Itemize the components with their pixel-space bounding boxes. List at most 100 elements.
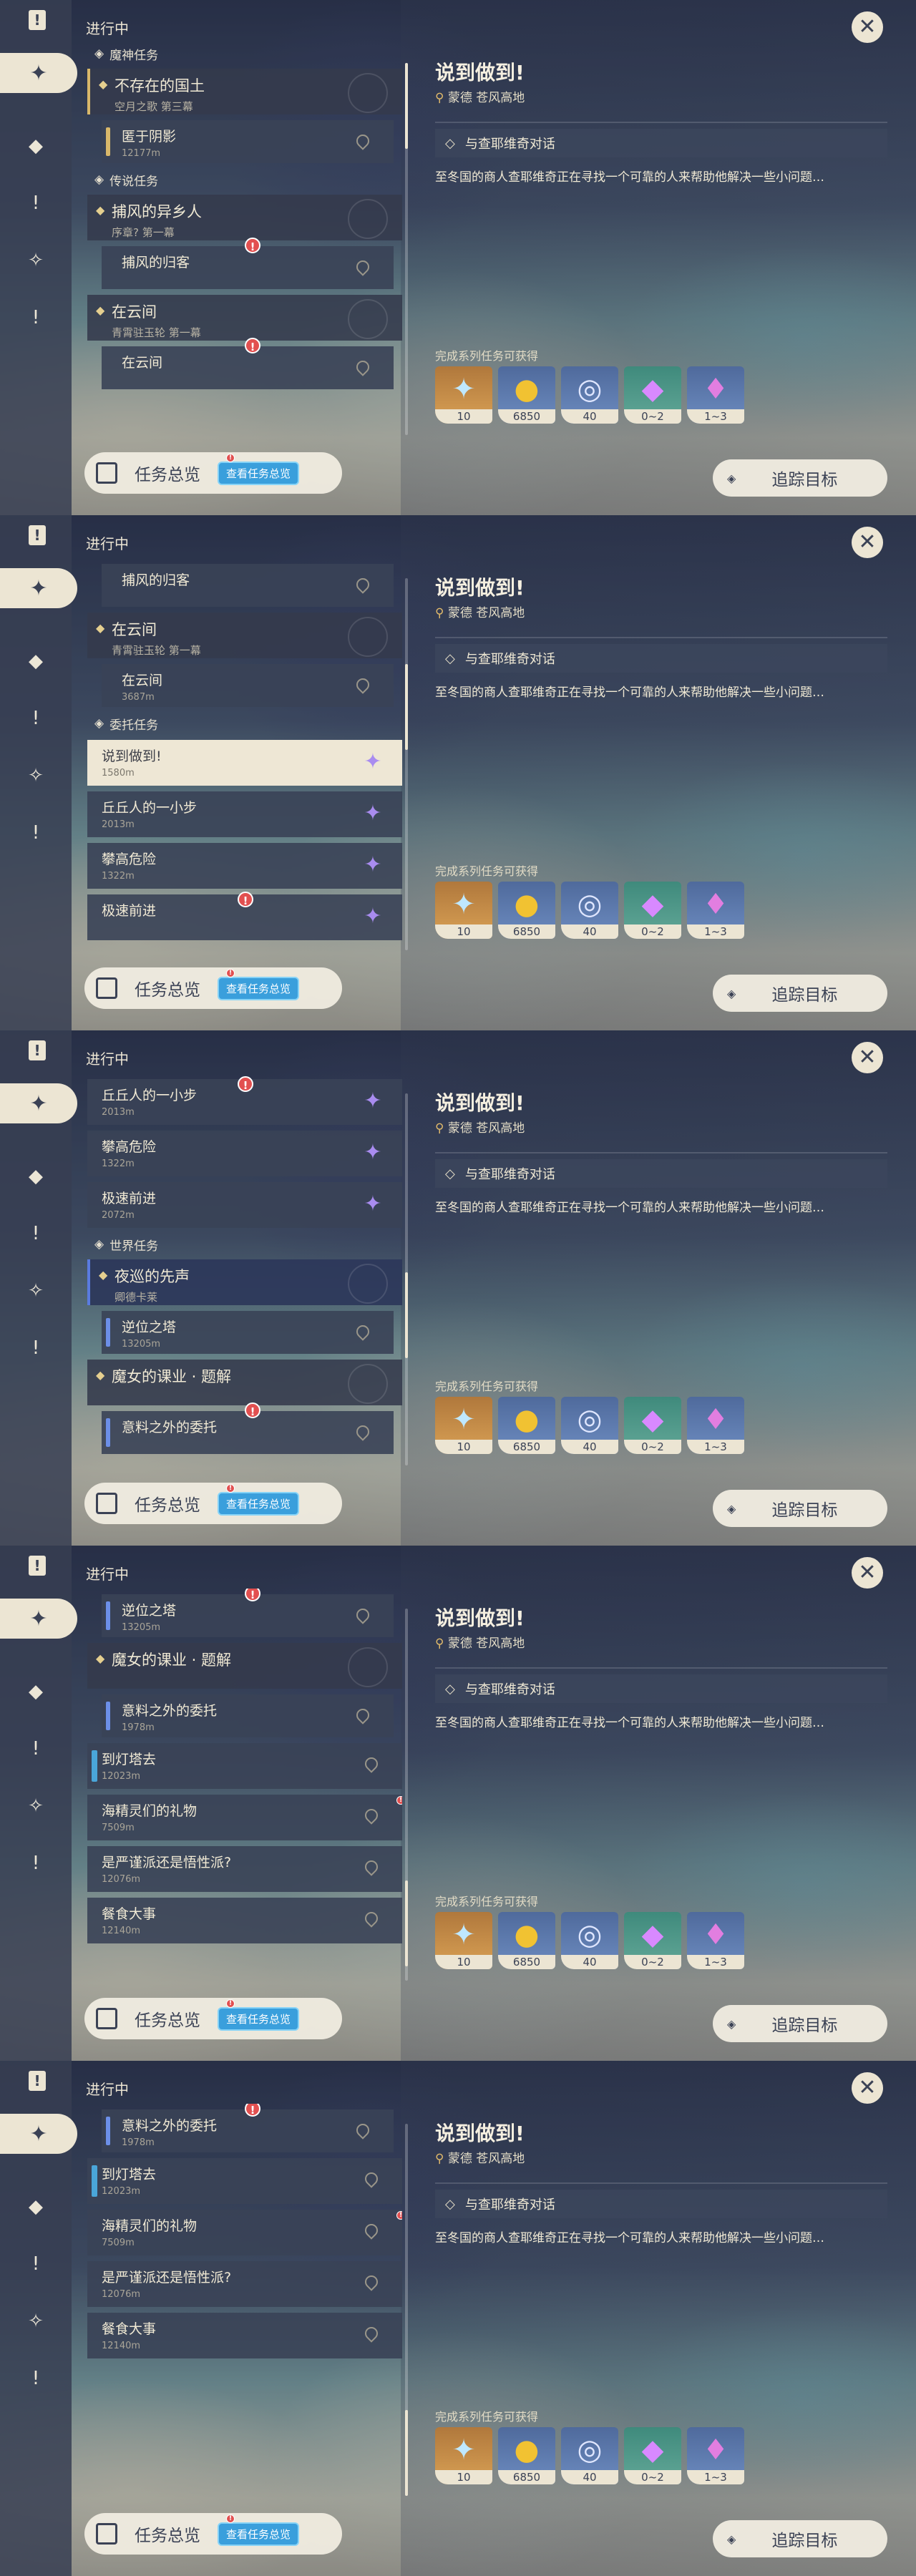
commission-item[interactable]: 餐食大事 12140m xyxy=(87,1898,402,1943)
rail-tab-2-icon[interactable]: ◆ xyxy=(24,135,47,157)
commission-item[interactable]: 是严谨派还是悟性派? 12076m xyxy=(87,1846,402,1892)
quest-step[interactable]: 匿于阴影 12177m xyxy=(102,120,394,163)
reward-item[interactable]: ● 6850 xyxy=(498,1397,555,1454)
reward-item[interactable]: ◎ 40 xyxy=(561,1912,618,1969)
rail-tab-5-icon[interactable]: ! xyxy=(24,1337,47,1360)
close-icon[interactable]: ✕ xyxy=(852,1557,883,1589)
list-scrollbar[interactable] xyxy=(405,1609,408,1981)
list-scrollbar[interactable] xyxy=(405,1093,408,1465)
commission-item[interactable]: 餐食大事 12140m xyxy=(87,2313,402,2358)
reward-item[interactable]: ● 6850 xyxy=(498,366,555,424)
commission-item[interactable]: 海精灵们的礼物 7509m! xyxy=(87,2210,402,2255)
reward-item[interactable]: ✦ 10 xyxy=(435,882,492,939)
commission-item[interactable]: 说到做到! 1580m ✦ xyxy=(87,740,402,786)
quest-group[interactable]: ◆ 捕风的异乡人 序章? 第一幕 xyxy=(87,195,402,240)
quest-step[interactable]: 意料之外的委托 1978m xyxy=(102,1694,394,1737)
quest-step[interactable]: 逆位之塔 13205m! xyxy=(102,1589,394,1637)
quest-step[interactable]: 捕风的归客 xyxy=(102,564,394,607)
reward-item[interactable]: ♦ 1~3 xyxy=(687,2427,744,2484)
quest-step[interactable]: 意料之外的委托! xyxy=(102,1402,394,1454)
rail-tab-5-icon[interactable]: ! xyxy=(24,2367,47,2390)
commission-item[interactable]: 极速前进 2072m ✦ xyxy=(87,1182,402,1228)
reward-item[interactable]: ● 6850 xyxy=(498,882,555,939)
reward-item[interactable]: ◎ 40 xyxy=(561,1397,618,1454)
rail-tab-4-icon[interactable]: ✧ xyxy=(24,249,47,272)
quest-overview-bar[interactable]: 任务总览 查看任务总览! xyxy=(84,1998,342,2039)
rail-tab-3-icon[interactable]: ! xyxy=(24,1737,47,1760)
quest-group[interactable]: ◆ 魔女的课业 · 题解 xyxy=(87,1360,402,1405)
view-overview-button[interactable]: 查看任务总览 xyxy=(218,976,300,1000)
quest-step[interactable]: 在云间! xyxy=(102,338,394,389)
quest-group[interactable]: ◆ 魔女的课业 · 题解 xyxy=(87,1643,402,1689)
rail-tab-2-icon[interactable]: ◆ xyxy=(24,650,47,673)
reward-item[interactable]: ◎ 40 xyxy=(561,882,618,939)
commission-item[interactable]: 到灯塔去 12023m xyxy=(87,2158,402,2204)
quest-overview-bar[interactable]: 任务总览 查看任务总览! xyxy=(84,1483,342,1524)
list-scrollbar[interactable] xyxy=(405,63,408,435)
list-scroll-thumb[interactable] xyxy=(405,63,408,149)
track-objective-button[interactable]: ◈ 追踪目标 xyxy=(713,459,887,497)
quest-group[interactable]: ◆ 在云间 青霄驻玉轮 第一幕 xyxy=(87,613,402,658)
quest-overview-bar[interactable]: 任务总览 查看任务总览! xyxy=(84,2513,342,2555)
track-objective-button[interactable]: ◈ 追踪目标 xyxy=(713,2005,887,2042)
list-scroll-thumb[interactable] xyxy=(405,1272,408,1358)
rail-tab-3-icon[interactable]: ! xyxy=(24,1222,47,1245)
commission-item[interactable]: 极速前进 ✦! xyxy=(87,892,402,940)
reward-item[interactable]: ● 6850 xyxy=(498,2427,555,2484)
rail-tab-5-icon[interactable]: ! xyxy=(24,821,47,844)
commission-item[interactable]: 丘丘人的一小步 2013m ✦ xyxy=(87,791,402,837)
track-objective-button[interactable]: ◈ 追踪目标 xyxy=(713,1490,887,1527)
rail-tab-3-icon[interactable]: ! xyxy=(24,192,47,215)
close-icon[interactable]: ✕ xyxy=(852,527,883,558)
quest-group[interactable]: ◆ 夜巡的先声 卿德卡莱 xyxy=(87,1259,402,1305)
commission-item[interactable]: 丘丘人的一小步 2013m ✦! xyxy=(87,1076,402,1125)
rail-tab-2-icon[interactable]: ◆ xyxy=(24,2195,47,2218)
list-scroll-thumb[interactable] xyxy=(405,664,408,750)
rail-tab-1-icon[interactable]: ✦ xyxy=(0,2114,77,2154)
reward-item[interactable]: ✦ 10 xyxy=(435,366,492,424)
quest-overview-bar[interactable]: 任务总览 查看任务总览! xyxy=(84,967,342,1009)
rail-tab-1-icon[interactable]: ✦ xyxy=(0,1083,77,1123)
reward-item[interactable]: ◆ 0~2 xyxy=(624,1912,681,1969)
commission-item[interactable]: 海精灵们的礼物 7509m! xyxy=(87,1795,402,1840)
reward-item[interactable]: ♦ 1~3 xyxy=(687,366,744,424)
list-scrollbar[interactable] xyxy=(405,2124,408,2496)
track-objective-button[interactable]: ◈ 追踪目标 xyxy=(713,2520,887,2557)
commission-item[interactable]: 是严谨派还是悟性派? 12076m xyxy=(87,2261,402,2307)
commission-item[interactable]: 攀高危险 1322m ✦ xyxy=(87,843,402,889)
rail-tab-3-icon[interactable]: ! xyxy=(24,2253,47,2275)
reward-item[interactable]: ◎ 40 xyxy=(561,366,618,424)
rail-tab-1-icon[interactable]: ✦ xyxy=(0,1599,77,1639)
track-objective-button[interactable]: ◈ 追踪目标 xyxy=(713,975,887,1012)
rail-tab-5-icon[interactable]: ! xyxy=(24,1852,47,1875)
reward-item[interactable]: ◆ 0~2 xyxy=(624,882,681,939)
reward-item[interactable]: ✦ 10 xyxy=(435,1912,492,1969)
close-icon[interactable]: ✕ xyxy=(852,2072,883,2104)
rail-tab-1-icon[interactable]: ✦ xyxy=(0,53,77,93)
reward-item[interactable]: ◆ 0~2 xyxy=(624,366,681,424)
rail-tab-5-icon[interactable]: ! xyxy=(24,306,47,329)
reward-item[interactable]: ✦ 10 xyxy=(435,2427,492,2484)
commission-item[interactable]: 到灯塔去 12023m xyxy=(87,1743,402,1789)
quest-overview-bar[interactable]: 任务总览 查看任务总览! xyxy=(84,452,342,494)
view-overview-button[interactable]: 查看任务总览 xyxy=(218,2522,300,2546)
rail-tab-1-icon[interactable]: ✦ xyxy=(0,568,77,608)
quest-group[interactable]: ◆ 在云间 青霄驻玉轮 第一幕 xyxy=(87,295,402,341)
quest-step[interactable]: 捕风的归客! xyxy=(102,238,394,289)
reward-item[interactable]: ♦ 1~3 xyxy=(687,1912,744,1969)
list-scroll-thumb[interactable] xyxy=(405,1880,408,1966)
rail-tab-4-icon[interactable]: ✧ xyxy=(24,1795,47,1818)
reward-item[interactable]: ♦ 1~3 xyxy=(687,882,744,939)
rail-tab-2-icon[interactable]: ◆ xyxy=(24,1165,47,1188)
rail-tab-3-icon[interactable]: ! xyxy=(24,707,47,730)
quest-step[interactable]: 逆位之塔 13205m xyxy=(102,1311,394,1354)
list-scroll-thumb[interactable] xyxy=(405,2410,408,2496)
close-icon[interactable]: ✕ xyxy=(852,11,883,43)
rail-tab-4-icon[interactable]: ✧ xyxy=(24,764,47,787)
view-overview-button[interactable]: 查看任务总览 xyxy=(218,1491,300,1516)
quest-group[interactable]: ◆ 不存在的国土 空月之歌 第三幕 xyxy=(87,69,402,114)
view-overview-button[interactable]: 查看任务总览 xyxy=(218,2006,300,2031)
rail-tab-4-icon[interactable]: ✧ xyxy=(24,2310,47,2333)
reward-item[interactable]: ◆ 0~2 xyxy=(624,1397,681,1454)
quest-step[interactable]: 意料之外的委托 1978m! xyxy=(102,2104,394,2152)
